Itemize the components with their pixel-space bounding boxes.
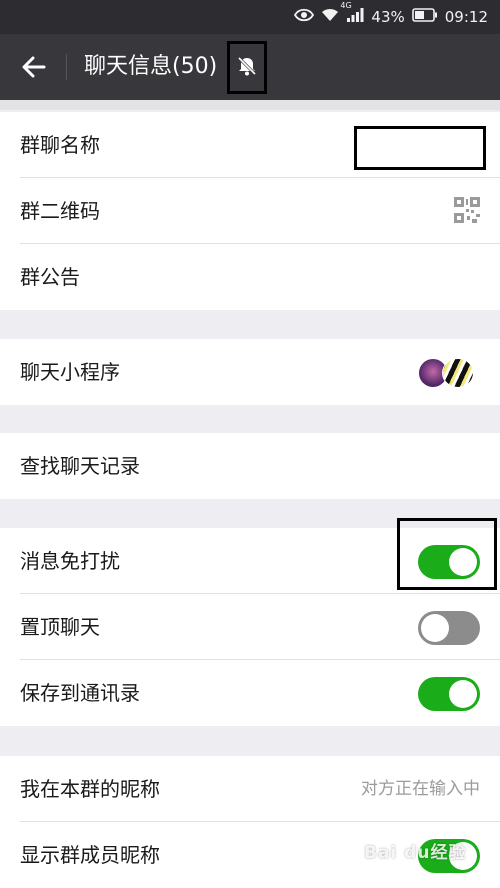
title-divider xyxy=(66,54,67,80)
mute-indicator-highlight xyxy=(227,41,267,94)
search-history-row[interactable]: 查找聊天记录 xyxy=(0,433,500,499)
mini-programs-row[interactable]: 聊天小程序 xyxy=(0,339,500,405)
pin-chat-toggle[interactable] xyxy=(418,611,480,645)
group-name-value-box xyxy=(354,126,486,170)
save-contacts-toggle[interactable] xyxy=(418,677,480,711)
my-nickname-label: 我在本群的昵称 xyxy=(20,777,160,801)
mini-programs-label: 聊天小程序 xyxy=(20,360,120,384)
eye-icon xyxy=(294,8,315,26)
group-notice-label: 群公告 xyxy=(20,265,80,289)
mini-program-avatar xyxy=(442,358,474,388)
status-bar: 4G 43% 09:12 xyxy=(0,0,500,34)
bell-off-icon xyxy=(236,55,258,81)
mini-program-avatars xyxy=(418,358,478,388)
show-nicknames-label: 显示群成员昵称 xyxy=(20,843,160,867)
mute-label: 消息免打扰 xyxy=(20,549,120,573)
watermark: Bai du经验 xyxy=(364,843,467,863)
back-arrow-icon[interactable] xyxy=(18,50,52,84)
my-nickname-row[interactable]: 我在本群的昵称 对方正在输入中 xyxy=(0,756,500,822)
save-contacts-row: 保存到通讯录 xyxy=(0,660,500,726)
group-notice-row[interactable]: 群公告 xyxy=(0,244,500,310)
group-qr-row[interactable]: 群二维码 xyxy=(0,178,500,244)
signal-icon: 4G xyxy=(340,1,364,26)
group-name-row[interactable]: 群聊名称 xyxy=(0,112,500,178)
group-qr-label: 群二维码 xyxy=(20,199,100,223)
save-contacts-label: 保存到通讯录 xyxy=(20,681,140,705)
toggle-knob xyxy=(421,614,449,642)
network-type: 4G xyxy=(340,1,352,10)
clock: 09:12 xyxy=(444,8,488,26)
search-history-label: 查找聊天记录 xyxy=(20,454,140,478)
toggle-knob xyxy=(449,680,477,708)
my-nickname-value: 对方正在输入中 xyxy=(361,779,480,799)
battery-icon xyxy=(411,8,438,26)
pin-chat-row: 置顶聊天 xyxy=(0,594,500,660)
group-name-label: 群聊名称 xyxy=(20,133,100,157)
battery-percent: 43% xyxy=(371,8,405,26)
qr-code-icon xyxy=(454,197,480,223)
header-shadow xyxy=(0,100,500,110)
pin-chat-label: 置顶聊天 xyxy=(20,615,100,639)
mute-toggle-highlight xyxy=(397,518,497,590)
wifi-icon xyxy=(321,8,339,26)
page-title: 聊天信息(50) xyxy=(84,54,218,79)
